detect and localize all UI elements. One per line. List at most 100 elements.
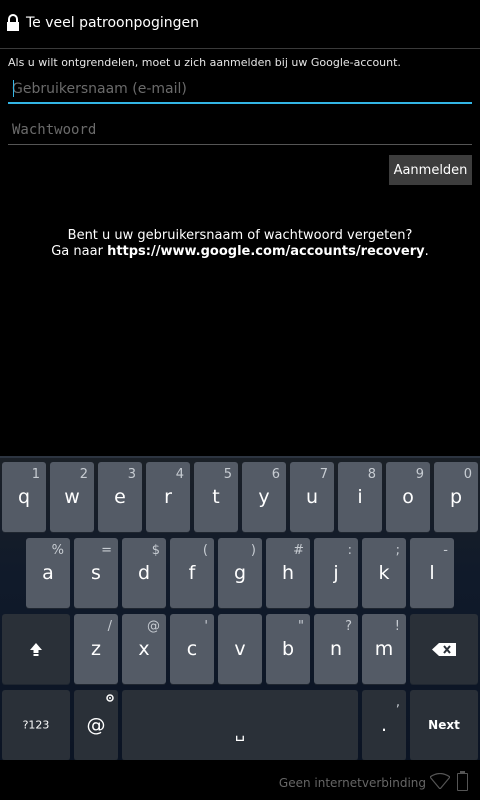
key-label: u xyxy=(305,486,319,508)
key-label: a xyxy=(42,562,54,584)
next-key[interactable]: Next xyxy=(410,690,478,760)
space-key[interactable]: ␣ xyxy=(122,690,358,760)
key-s[interactable]: = s xyxy=(74,538,118,608)
key-u[interactable]: 7u xyxy=(290,462,334,532)
key-v[interactable]: v xyxy=(218,614,262,684)
forgot-credentials-text: Bent u uw gebruikersnaam of wachtwoord v… xyxy=(0,228,480,260)
page-title: Te veel patroonpogingen xyxy=(26,15,199,31)
username-underline xyxy=(8,102,472,104)
key-hint: 1 xyxy=(31,467,40,482)
key-d[interactable]: $ d xyxy=(122,538,166,608)
key-label: m xyxy=(374,638,394,660)
text-cursor xyxy=(13,80,14,97)
key-hint: 2 xyxy=(79,467,88,482)
key-g[interactable]: ) g xyxy=(218,538,262,608)
key-hint: 0 xyxy=(463,467,472,482)
key-k[interactable]: ; k xyxy=(362,538,406,608)
backspace-key[interactable] xyxy=(410,614,478,684)
wifi-icon xyxy=(430,773,450,789)
key-m[interactable]: ! m xyxy=(362,614,406,684)
key-hint: % xyxy=(51,543,64,558)
key-label: o xyxy=(402,486,414,508)
key-label: j xyxy=(333,562,339,584)
next-key-label: Next xyxy=(428,718,460,732)
period-key[interactable]: , . xyxy=(362,690,406,760)
key-o[interactable]: 9o xyxy=(386,462,430,532)
recovery-suffix: . xyxy=(424,244,429,259)
key-label: q xyxy=(17,486,31,508)
key-label: d xyxy=(137,562,151,584)
key-hint: " xyxy=(298,619,304,634)
key-hint: ( xyxy=(202,543,208,558)
key-hint: 9 xyxy=(415,467,424,482)
key-x[interactable]: @ x xyxy=(122,614,166,684)
password-field[interactable] xyxy=(8,119,472,145)
key-label: n xyxy=(329,638,343,660)
username-input[interactable] xyxy=(8,78,472,100)
key-hint: = xyxy=(101,543,112,558)
key-label: h xyxy=(281,562,295,584)
key-hint: ' xyxy=(204,619,208,634)
key-label: c xyxy=(186,638,198,660)
key-hint: / xyxy=(107,619,112,634)
key-label: b xyxy=(281,638,295,660)
key-c[interactable]: ' c xyxy=(170,614,214,684)
key-hint: # xyxy=(293,543,304,558)
key-hint: ? xyxy=(345,619,352,634)
recovery-prefix: Ga naar xyxy=(51,244,108,259)
key-hint: 3 xyxy=(127,467,136,482)
header: Te veel patroonpogingen xyxy=(0,0,480,49)
key-hint: - xyxy=(443,543,448,558)
username-field[interactable] xyxy=(8,78,472,104)
key-y[interactable]: 6y xyxy=(242,462,286,532)
status-bar: Geen internetverbinding xyxy=(0,760,480,800)
key-label: f xyxy=(188,562,196,584)
keyboard-top-border xyxy=(0,456,480,458)
key-label: e xyxy=(114,486,126,508)
key-label: p xyxy=(449,486,463,508)
key-b[interactable]: " b xyxy=(266,614,310,684)
key-hint: ; xyxy=(395,543,400,558)
period-key-hint: , xyxy=(395,695,400,710)
key-r[interactable]: 4r xyxy=(146,462,190,532)
key-hint: ) xyxy=(250,543,256,558)
key-label: g xyxy=(233,562,247,584)
recovery-link[interactable]: https://www.google.com/accounts/recovery xyxy=(107,244,425,259)
key-h[interactable]: # h xyxy=(266,538,310,608)
key-hint: 4 xyxy=(175,467,184,482)
battery-icon xyxy=(457,771,468,791)
at-key-label: @ xyxy=(86,714,106,736)
key-label: z xyxy=(91,638,101,660)
shift-key[interactable] xyxy=(2,614,70,684)
key-w[interactable]: 2w xyxy=(50,462,94,532)
key-n[interactable]: ? n xyxy=(314,614,358,684)
symbols-key[interactable]: ?123 xyxy=(2,690,70,760)
key-label: w xyxy=(64,486,80,508)
key-hint: : xyxy=(347,543,352,558)
period-key-label: . xyxy=(380,714,388,736)
key-f[interactable]: (f xyxy=(170,538,214,608)
key-label: s xyxy=(91,562,101,584)
key-hint: 7 xyxy=(319,467,328,482)
instructions-text: Als u wilt ontgrendelen, moet u zich aan… xyxy=(8,56,401,69)
key-p[interactable]: 0p xyxy=(434,462,478,532)
signin-button[interactable]: Aanmelden xyxy=(389,155,472,185)
key-q[interactable]: 1q xyxy=(2,462,46,532)
key-t[interactable]: 5t xyxy=(194,462,238,532)
key-label: y xyxy=(258,486,270,508)
password-input[interactable] xyxy=(8,119,472,141)
key-hint: @ xyxy=(147,619,160,634)
key-i[interactable]: 8i xyxy=(338,462,382,532)
on-screen-keyboard: 1q2w3e4r5t6y7u8i9o0p % a = s $ d(f) g # h: j; k - l … xyxy=(0,456,480,760)
key-z[interactable]: / z xyxy=(74,614,118,684)
key-l[interactable]: -l xyxy=(410,538,454,608)
key-j[interactable]: :j xyxy=(314,538,358,608)
key-label: v xyxy=(234,638,246,660)
network-status-text: Geen internetverbinding xyxy=(278,776,426,790)
key-e[interactable]: 3e xyxy=(98,462,142,532)
key-a[interactable]: % a xyxy=(26,538,70,608)
key-hint: 8 xyxy=(367,467,376,482)
at-key[interactable]: @ xyxy=(74,690,118,760)
key-label: k xyxy=(378,562,390,584)
space-key-label: ␣ xyxy=(234,722,246,742)
